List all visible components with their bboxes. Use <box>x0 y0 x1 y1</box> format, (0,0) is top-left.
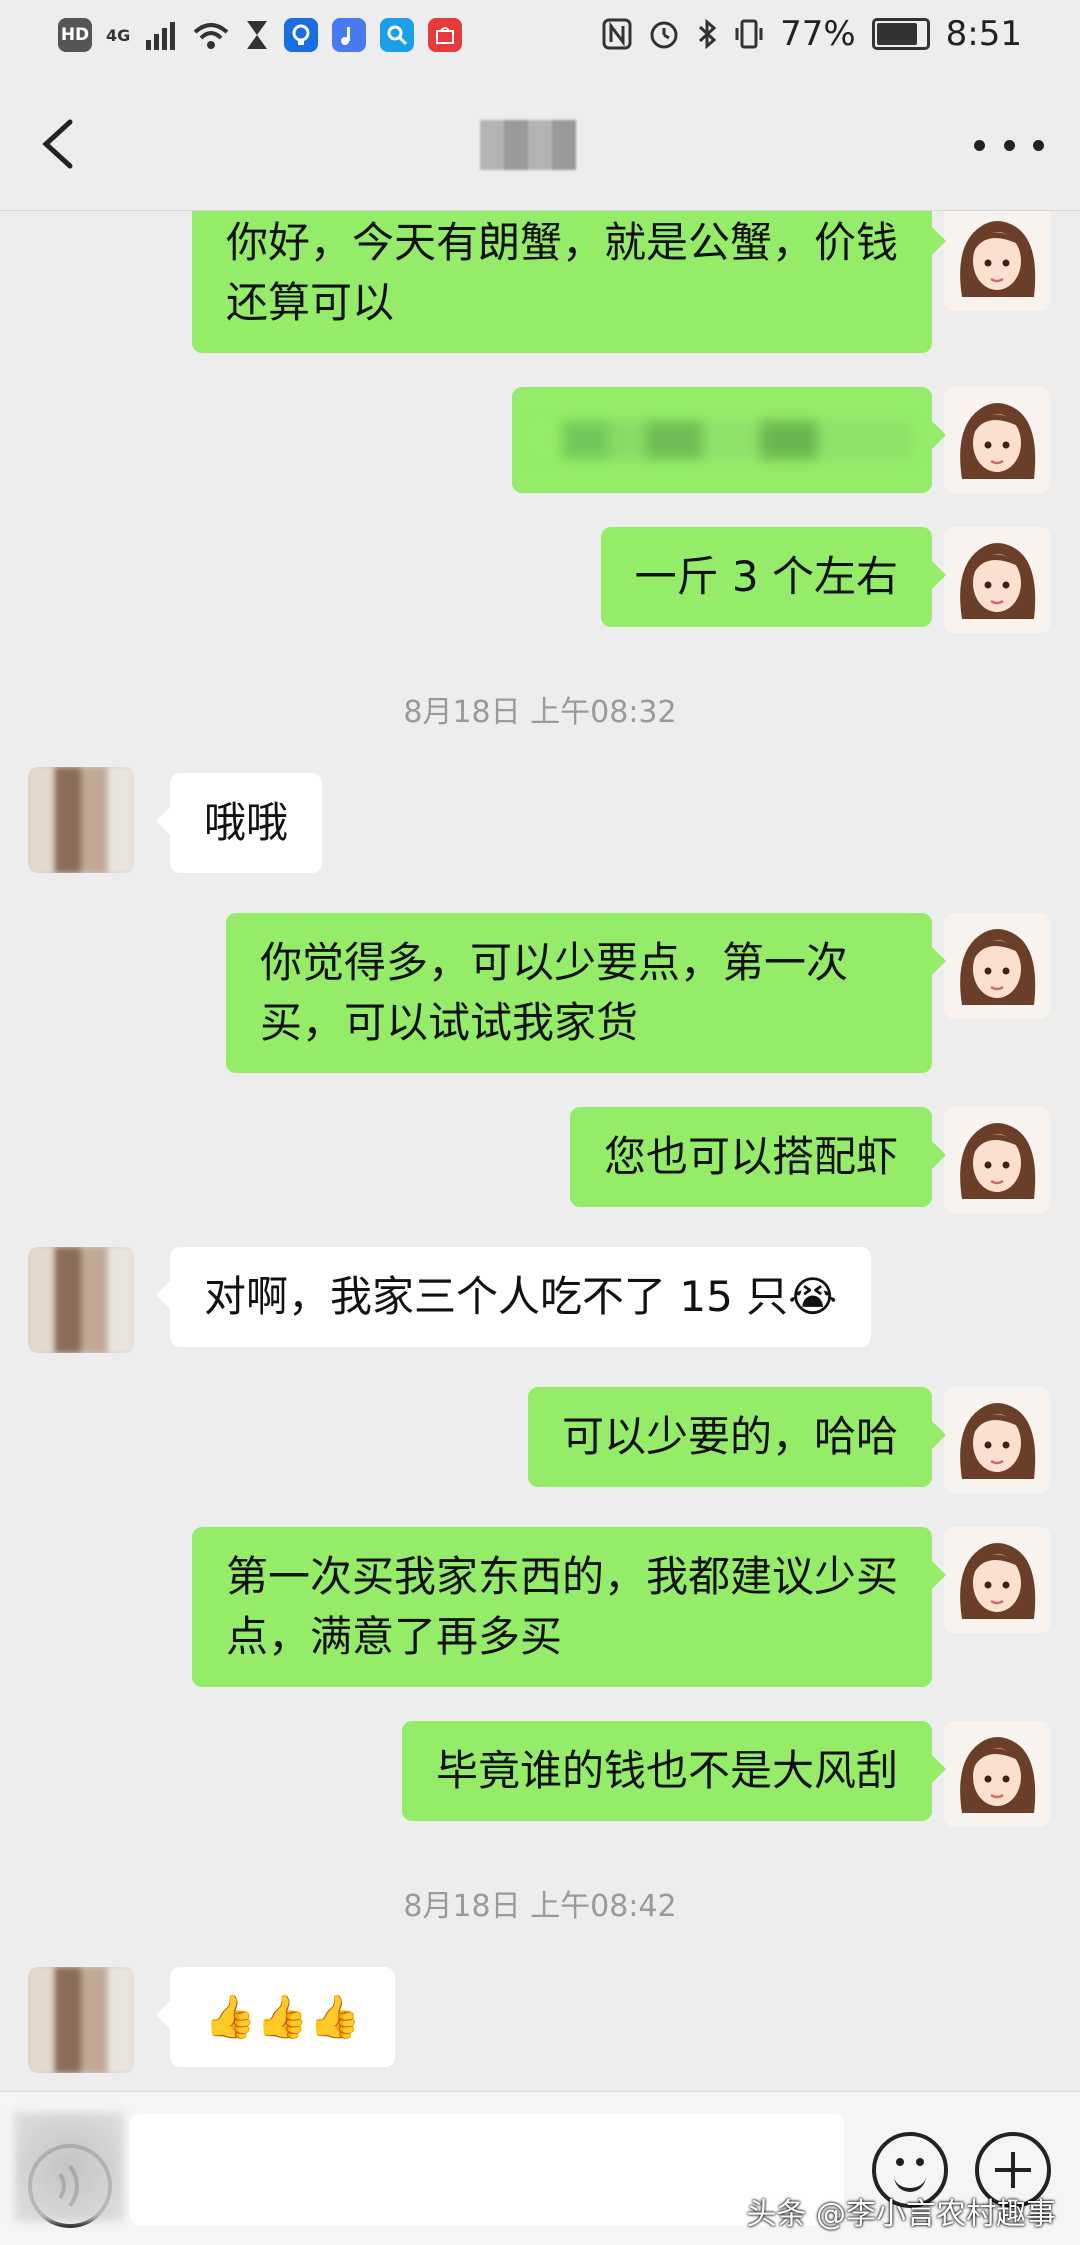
battery-percent: 77% <box>780 14 856 54</box>
contact-avatar-blurred[interactable] <box>28 767 134 873</box>
woman-avatar-icon <box>944 211 1050 311</box>
woman-avatar-icon <box>944 387 1050 493</box>
message-bubble-mine[interactable]: 你好，今天有朗蟹，就是公蟹，价钱还算可以 <box>192 211 946 353</box>
vibrate-icon <box>735 19 763 49</box>
timestamp: 8月18日 上午08:32 <box>403 695 677 730</box>
nfc-icon <box>602 18 632 50</box>
my-avatar[interactable] <box>944 387 1050 493</box>
music-icon <box>332 18 367 52</box>
emoji-icon <box>896 2158 904 2166</box>
message-bubble-mine[interactable]: 你觉得多，可以少要点，第一次买，可以试试我家货 <box>226 913 946 1073</box>
watermark: 头条 @李小言农村趣事 <box>746 2197 1056 2232</box>
my-avatar[interactable] <box>944 527 1050 633</box>
my-avatar[interactable] <box>944 1107 1050 1213</box>
chat-list[interactable]: 你好，今天有朗蟹，就是公蟹，价钱还算可以 一斤 3 个左右 8月18日 上午08… <box>0 211 1080 2091</box>
my-avatar[interactable] <box>944 913 1050 1019</box>
message-bubble-mine[interactable]: 可以少要的，哈哈 <box>527 1387 947 1487</box>
more-dots-icon <box>974 139 985 151</box>
contact-avatar-blurred[interactable] <box>28 1967 134 2073</box>
woman-avatar-icon <box>944 1527 1050 1633</box>
battery-icon <box>871 18 930 50</box>
status-right: 77% 8:51 <box>602 14 1022 54</box>
blurred-content <box>532 421 912 459</box>
woman-avatar-icon <box>944 527 1050 633</box>
woman-avatar-icon <box>944 1721 1050 1827</box>
bluetooth-icon <box>699 18 717 50</box>
status-left: HD 4G <box>58 18 463 52</box>
network-label: 4G <box>106 25 131 45</box>
huawei-app-icon <box>428 18 463 52</box>
search-app-icon <box>380 18 415 52</box>
my-avatar[interactable] <box>944 211 1050 311</box>
message-bubble-mine[interactable]: 您也可以搭配虾 <box>569 1107 947 1207</box>
hd-badge: HD <box>58 18 92 52</box>
woman-avatar-icon <box>944 913 1050 1019</box>
input-bar: 头条 @李小言农村趣事 <box>0 2091 1080 2245</box>
nav-bar <box>0 80 1080 211</box>
status-bar: HD 4G 77% 8:51 <box>0 0 1080 80</box>
contact-avatar-blurred[interactable] <box>28 1247 134 1353</box>
signal-icon <box>146 22 176 50</box>
message-bubble-mine[interactable]: 毕竟谁的钱也不是大风刮 <box>401 1721 947 1821</box>
message-bubble-mine[interactable]: 一斤 3 个左右 <box>600 527 947 627</box>
more-button[interactable] <box>974 120 1044 170</box>
message-input[interactable] <box>130 2114 844 2226</box>
hourglass-icon <box>247 21 268 49</box>
message-bubble-other[interactable]: 👍👍👍 <box>156 1967 395 2067</box>
blurred-overlay <box>14 2112 124 2222</box>
message-bubble-other[interactable]: 哦哦 <box>155 773 323 873</box>
woman-avatar-icon <box>944 1107 1050 1213</box>
wifi-icon <box>193 23 229 49</box>
woman-avatar-icon <box>944 1387 1050 1493</box>
chevron-left-icon <box>42 119 73 169</box>
contact-name-blurred <box>480 120 576 170</box>
alarm-icon <box>650 21 678 49</box>
my-avatar[interactable] <box>944 1721 1050 1827</box>
message-bubble-mine[interactable]: 第一次买我家东西的，我都建议少买点，满意了再多买 <box>192 1527 946 1687</box>
message-bubble-mine-blurred[interactable] <box>512 387 946 493</box>
clock: 8:51 <box>945 14 1022 54</box>
timestamp: 8月18日 上午08:42 <box>403 1889 677 1924</box>
app-icon-bulb <box>284 18 319 52</box>
back-button[interactable] <box>30 114 90 174</box>
my-avatar[interactable] <box>944 1387 1050 1493</box>
my-avatar[interactable] <box>944 1527 1050 1633</box>
message-bubble-other[interactable]: 对啊，我家三个人吃不了 15 只😭 <box>155 1247 872 1347</box>
